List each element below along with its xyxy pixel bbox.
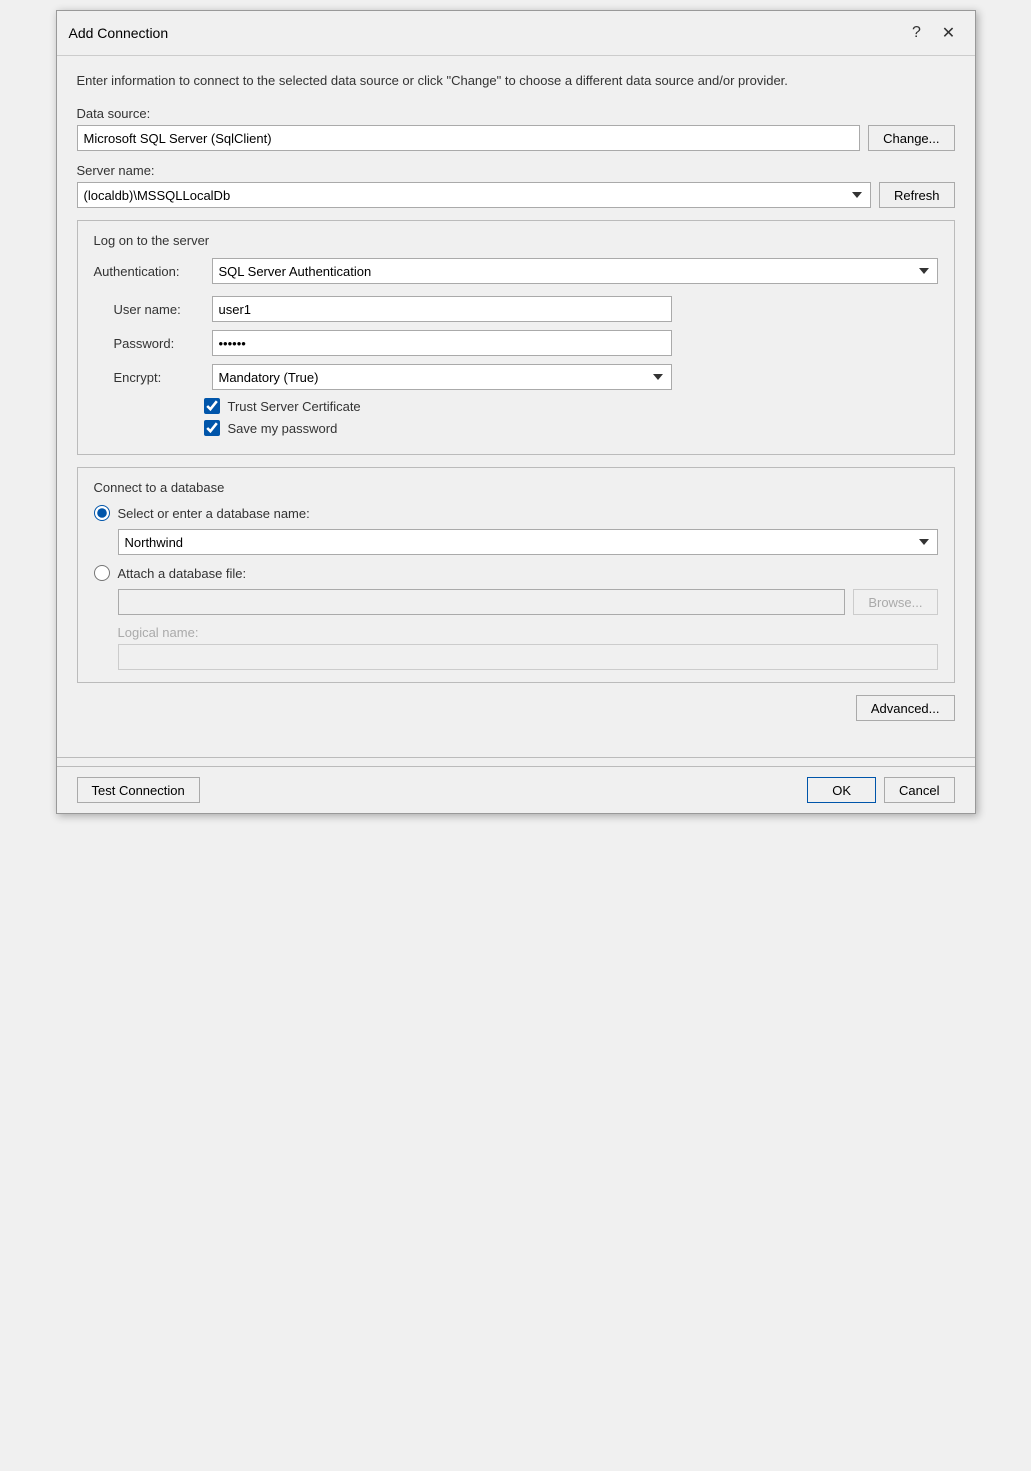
database-combo[interactable]: Northwind xyxy=(118,529,938,555)
data-source-group: Data source: Change... xyxy=(77,106,955,151)
auth-label: Authentication: xyxy=(94,264,204,279)
bottom-divider xyxy=(57,757,975,758)
username-label: User name: xyxy=(114,302,204,317)
save-password-label: Save my password xyxy=(228,421,338,436)
logical-name-label: Logical name: xyxy=(118,625,938,640)
advanced-button[interactable]: Advanced... xyxy=(856,695,955,721)
ok-button[interactable]: OK xyxy=(807,777,876,803)
trust-cert-label: Trust Server Certificate xyxy=(228,399,361,414)
trust-cert-checkbox[interactable] xyxy=(204,398,220,414)
save-password-row: Save my password xyxy=(94,420,938,436)
data-source-row: Change... xyxy=(77,125,955,151)
title-bar: Add Connection ? ✕ xyxy=(57,11,975,56)
username-input[interactable] xyxy=(212,296,672,322)
connect-db-title: Connect to a database xyxy=(94,480,938,495)
title-bar-left: Add Connection xyxy=(69,25,169,41)
logon-section: Log on to the server Authentication: SQL… xyxy=(77,220,955,455)
add-connection-dialog: Add Connection ? ✕ Enter information to … xyxy=(56,10,976,814)
encrypt-combo[interactable]: Mandatory (True) xyxy=(212,364,672,390)
change-button[interactable]: Change... xyxy=(868,125,954,151)
data-source-input[interactable] xyxy=(77,125,861,151)
data-source-label: Data source: xyxy=(77,106,955,121)
bottom-right-buttons: OK Cancel xyxy=(807,777,954,803)
test-connection-button[interactable]: Test Connection xyxy=(77,777,200,803)
refresh-button[interactable]: Refresh xyxy=(879,182,955,208)
server-combo-wrapper: (localdb)\MSSQLLocalDb xyxy=(77,182,871,208)
server-name-group: Server name: (localdb)\MSSQLLocalDb Refr… xyxy=(77,163,955,208)
description-text: Enter information to connect to the sele… xyxy=(77,72,955,90)
select-db-radio[interactable] xyxy=(94,505,110,521)
save-password-checkbox[interactable] xyxy=(204,420,220,436)
attach-file-row: Browse... xyxy=(118,589,938,615)
title-bar-right: ? ✕ xyxy=(903,19,963,47)
attach-db-radio-option: Attach a database file: xyxy=(94,565,938,581)
attach-db-radio[interactable] xyxy=(94,565,110,581)
encrypt-label: Encrypt: xyxy=(114,370,204,385)
attach-file-input[interactable] xyxy=(118,589,846,615)
username-row: User name: xyxy=(94,296,938,322)
cancel-button[interactable]: Cancel xyxy=(884,777,954,803)
logical-name-input[interactable] xyxy=(118,644,938,670)
server-name-row: (localdb)\MSSQLLocalDb Refresh xyxy=(77,182,955,208)
logon-section-title: Log on to the server xyxy=(94,233,938,248)
browse-button: Browse... xyxy=(853,589,937,615)
password-input[interactable] xyxy=(212,330,672,356)
advanced-row: Advanced... xyxy=(77,695,955,721)
help-button[interactable]: ? xyxy=(903,19,931,47)
password-label: Password: xyxy=(114,336,204,351)
bottom-bar: Test Connection OK Cancel xyxy=(57,766,975,813)
attach-db-label: Attach a database file: xyxy=(118,566,247,581)
trust-cert-row: Trust Server Certificate xyxy=(94,398,938,414)
encrypt-row: Encrypt: Mandatory (True) xyxy=(94,364,938,390)
server-name-label: Server name: xyxy=(77,163,955,178)
auth-combo[interactable]: SQL Server Authentication xyxy=(212,258,938,284)
select-db-label: Select or enter a database name: xyxy=(118,506,310,521)
select-db-radio-option: Select or enter a database name: xyxy=(94,505,938,521)
dialog-title: Add Connection xyxy=(69,25,169,41)
server-name-combo[interactable]: (localdb)\MSSQLLocalDb xyxy=(77,182,871,208)
password-row: Password: xyxy=(94,330,938,356)
close-button[interactable]: ✕ xyxy=(935,19,963,47)
dialog-body: Enter information to connect to the sele… xyxy=(57,56,975,749)
connect-db-section: Connect to a database Select or enter a … xyxy=(77,467,955,683)
auth-row: Authentication: SQL Server Authenticatio… xyxy=(94,258,938,284)
